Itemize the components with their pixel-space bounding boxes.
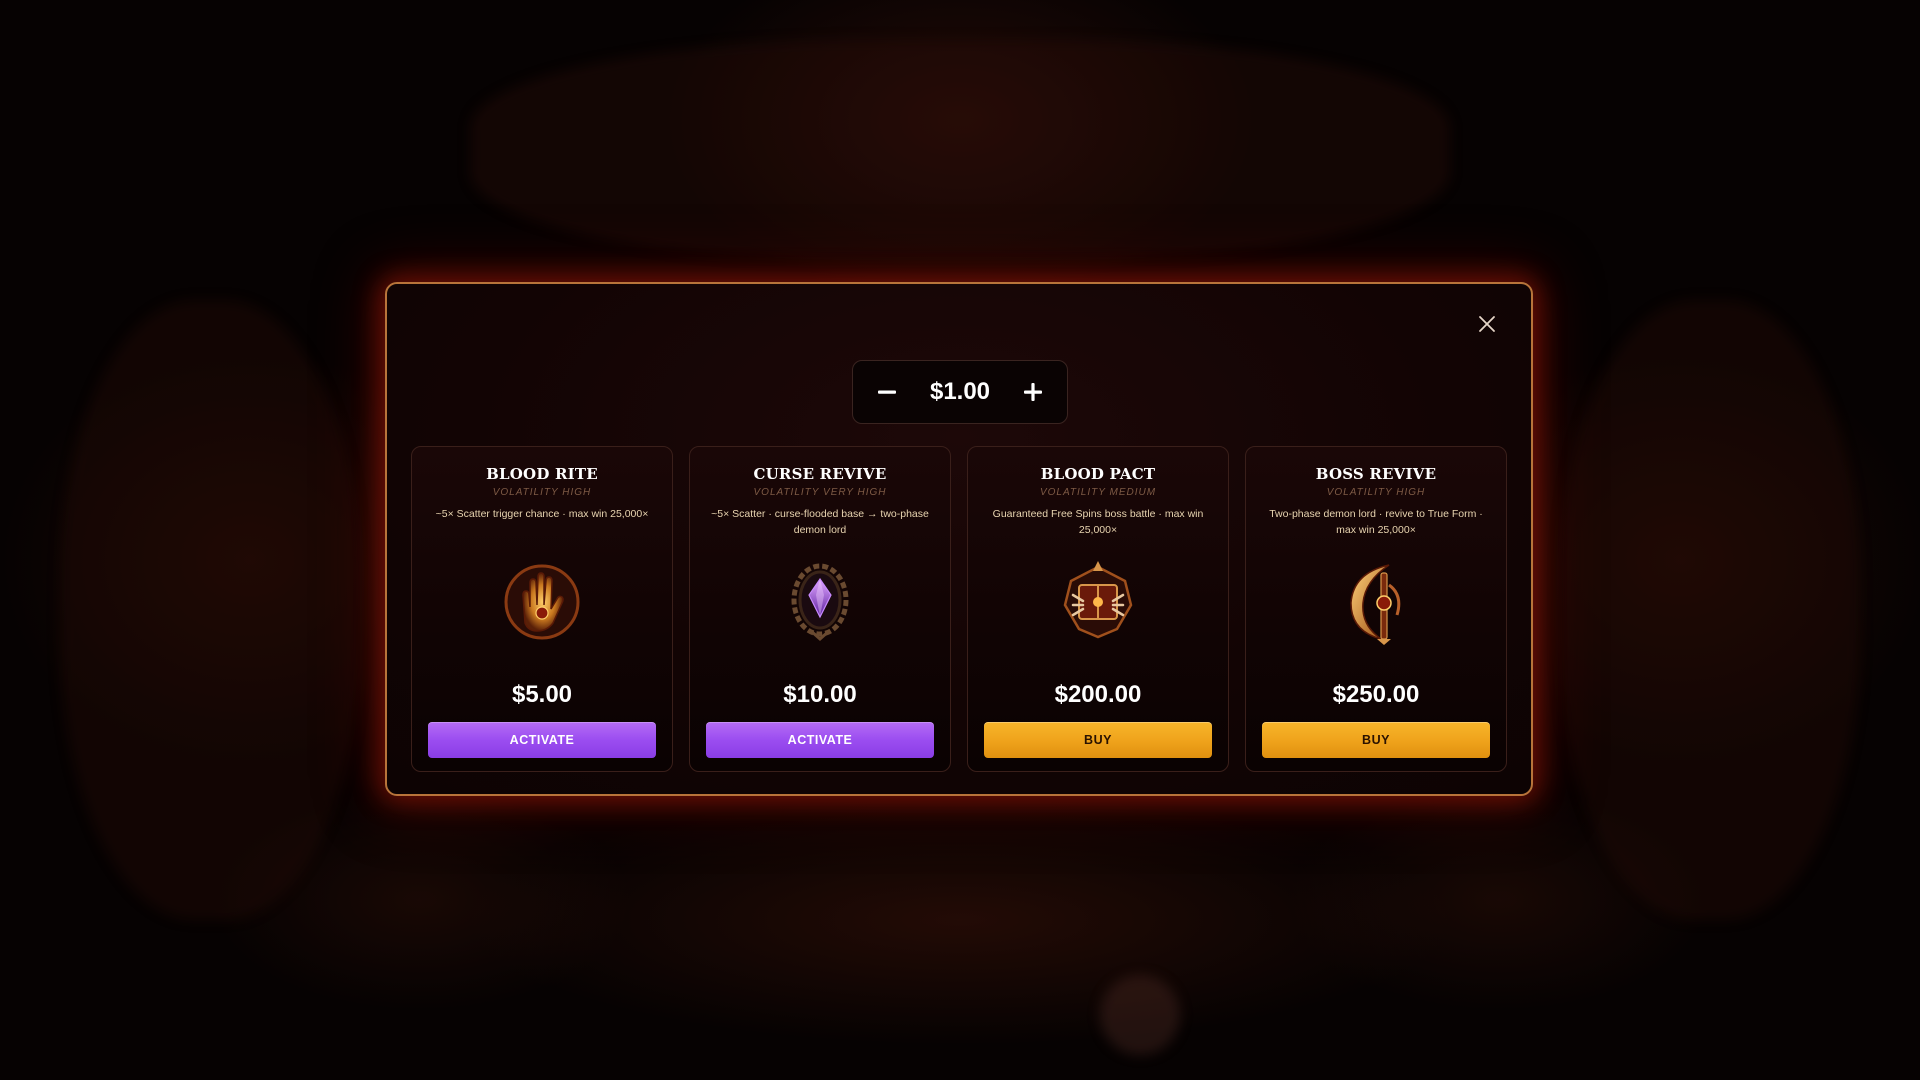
activate-button[interactable]: ACTIVATE — [428, 722, 656, 758]
bonus-card-list: BLOOD RITE VOLATILITY HIGH ~5× Scatter t… — [411, 446, 1507, 772]
cursed-gem-icon — [791, 563, 849, 642]
card-description: ~5× Scatter trigger chance · max win 25,… — [435, 508, 649, 520]
card-price: $10.00 — [783, 681, 857, 708]
bonus-card-curse-revive: CURSE REVIVE VOLATILITY VERY HIGH ~5× Sc… — [689, 446, 951, 772]
bet-stepper: $1.00 — [852, 360, 1068, 424]
bonus-card-blood-rite: BLOOD RITE VOLATILITY HIGH ~5× Scatter t… — [411, 446, 673, 772]
close-icon — [1479, 316, 1495, 332]
bonus-card-boss-revive: BOSS REVIVE VOLATILITY HIGH Two-phase de… — [1245, 446, 1507, 772]
card-title: BLOOD PACT — [1040, 465, 1156, 483]
card-volatility: VOLATILITY HIGH — [1326, 487, 1426, 498]
activate-button[interactable]: ACTIVATE — [706, 722, 934, 758]
card-price: $5.00 — [511, 681, 573, 708]
bet-amount: $1.00 — [929, 378, 991, 405]
increase-bet-button[interactable] — [1017, 376, 1049, 408]
decrease-bet-button[interactable] — [871, 376, 903, 408]
card-title: BLOOD RITE — [486, 465, 598, 483]
card-description: ~5× Scatter · curse-flooded base → two-p… — [711, 508, 929, 536]
card-volatility: VOLATILITY VERY HIGH — [753, 487, 887, 498]
plus-icon — [1024, 383, 1042, 401]
buy-button[interactable]: BUY — [984, 722, 1212, 758]
card-volatility: VOLATILITY MEDIUM — [1039, 487, 1157, 498]
background-ornament-left — [60, 300, 360, 920]
crescent-blade-icon — [1350, 564, 1401, 645]
background-ornament-right — [1560, 300, 1860, 920]
card-price: $200.00 — [1054, 681, 1142, 708]
demon-book-icon — [1063, 561, 1133, 639]
card-volatility: VOLATILITY HIGH — [492, 487, 592, 498]
background-emblem — [1100, 975, 1180, 1055]
bonus-card-blood-pact: BLOOD PACT VOLATILITY MEDIUM Guaranteed … — [967, 446, 1229, 772]
close-button[interactable] — [1477, 314, 1497, 334]
card-description: Guaranteed Free Spins boss battle · max … — [992, 508, 1204, 536]
card-price: $250.00 — [1332, 681, 1420, 708]
card-title: CURSE REVIVE — [753, 465, 887, 483]
background-ornament-top — [470, 40, 1450, 260]
bonus-buy-modal: $1.00 BLOOD RITE VOLATILITY HIGH ~5× Sca… — [385, 282, 1533, 796]
minus-icon — [878, 390, 896, 394]
card-description: Two-phase demon lord · revive to True Fo… — [1269, 508, 1483, 536]
buy-button[interactable]: BUY — [1262, 722, 1490, 758]
blood-hand-icon — [504, 564, 580, 640]
card-title: BOSS REVIVE — [1315, 465, 1437, 483]
